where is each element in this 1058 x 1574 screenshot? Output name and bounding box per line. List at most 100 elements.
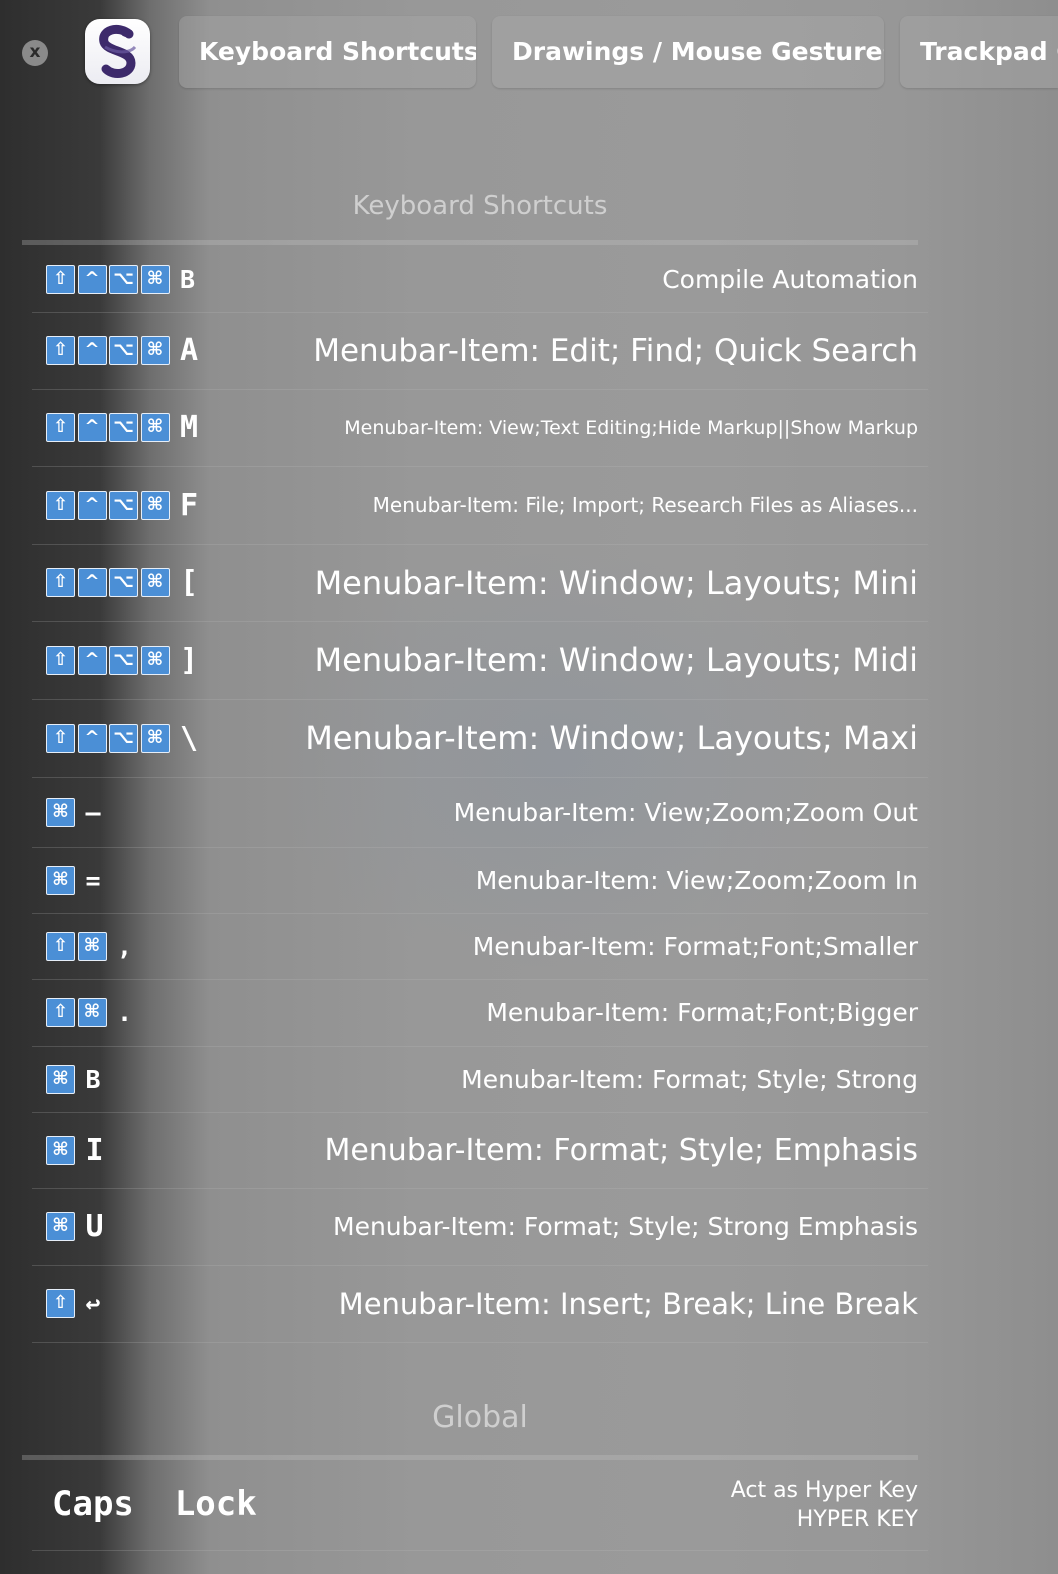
command-key-icon: ⌘ — [77, 931, 107, 961]
shift-key-icon: ⇧ — [46, 723, 75, 753]
control-key-icon: ^ — [77, 264, 107, 294]
command-key-icon: ⌘ — [77, 998, 107, 1027]
shortcut-row[interactable]: ⌘ U Menubar-Item: Format; Style; Strong Em… — [32, 1188, 928, 1266]
shortcut-action: Menubar-Item: Format;Font;Bigger — [486, 998, 918, 1027]
shift-key-icon: ⇧ — [46, 931, 75, 961]
option-key-icon: ⌥ — [109, 568, 138, 597]
command-key-icon: ⌘ — [46, 865, 75, 895]
shortcut-keys: ⇧ ⌘, — [46, 913, 132, 979]
shift-key-icon: ⇧ — [46, 998, 75, 1027]
shortcut-keys: ⇧ ^ ⌥ ⌘ A — [46, 312, 198, 389]
command-key-icon: ⌘ — [140, 413, 170, 442]
shortcut-action: Menubar-Item: Window; Layouts; Mini — [314, 563, 918, 602]
shortcut-row[interactable]: ⌘ B Menubar-Item: Format; Style; Strong — [32, 1046, 928, 1113]
shortcut-keys: ⇧ ^ ⌥ ⌘ \ — [46, 699, 198, 777]
option-key-icon: ⌥ — [109, 490, 138, 520]
shortcut-action: Menubar-Item: View;Text Editing;Hide Mar… — [344, 416, 918, 439]
shortcut-row[interactable]: ⇧ ^ ⌥ ⌘ A Menubar-Item: Edit; Find; Quick Sea… — [32, 312, 928, 390]
shortcut-row[interactable]: ⌘ = Menubar-Item: View;Zoom;Zoom In — [32, 847, 928, 914]
shortcut-row[interactable]: ⌘ – Menubar-Item: View;Zoom;Zoom Out — [32, 777, 928, 848]
shortcut-row[interactable]: ⇧ ^ ⌥ ⌘ M Menubar-Item: View;Text Editing;Hid… — [32, 389, 928, 467]
shift-key-icon: ⇧ — [46, 490, 75, 520]
tab-label: Drawings / Mouse Gestures — [512, 37, 884, 66]
section-title-keyboard-shortcuts: Keyboard Shortcuts — [352, 191, 608, 221]
shortcut-action: Menubar-Item: Window; Layouts; Midi — [314, 641, 918, 679]
shortcut-key: M — [180, 410, 199, 445]
shift-key-icon: ⇧ — [46, 568, 75, 597]
command-key-icon: ⌘ — [140, 264, 170, 294]
shortcut-row[interactable]: ⇧ ↩ Menubar-Item: Insert; Break; Line Brea… — [32, 1265, 928, 1343]
global-action-label: Act as Hyper Key — [730, 1478, 918, 1503]
shift-key-icon: ⇧ — [46, 1289, 75, 1318]
shortcut-action: Menubar-Item: Format; Style; Strong — [461, 1064, 918, 1094]
control-key-icon: ^ — [77, 645, 107, 675]
option-key-icon: ⌥ — [109, 336, 138, 365]
shortcut-key: ] — [180, 642, 199, 678]
option-key-icon: ⌥ — [109, 723, 138, 753]
shift-key-icon: ⇧ — [46, 413, 75, 442]
global-shortcut-row[interactable]: Caps Lock Act as Hyper Key HYPER KEY — [32, 1462, 928, 1551]
tab-keyboard-shortcuts[interactable]: Keyboard Shortcuts — [179, 16, 476, 88]
shortcut-action: Menubar-Item: Format;Font;Smaller — [472, 931, 918, 961]
shortcut-key: – — [85, 797, 101, 827]
shortcut-row[interactable]: ⇧ ^ ⌥ ⌘ \ Menubar-Item: Window; Layouts; Maxi — [32, 699, 928, 778]
shortcut-action: Menubar-Item: Format; Style; Strong Emph… — [333, 1212, 918, 1241]
command-key-icon: ⌘ — [46, 1064, 75, 1094]
shift-key-icon: ⇧ — [46, 336, 75, 365]
close-icon[interactable]: x — [22, 40, 48, 66]
shortcut-keys: ⌘ – — [46, 777, 101, 847]
shift-key-icon: ⇧ — [46, 645, 75, 675]
shortcut-action: Menubar-Item: Edit; Find; Quick Search — [313, 332, 918, 369]
top-bar: x Keyboard Shortcuts Drawings / Mouse Ge… — [0, 0, 1058, 104]
shortcut-action: Menubar-Item: Window; Layouts; Maxi — [305, 719, 918, 757]
shortcut-keys: ⌘ I — [46, 1112, 104, 1188]
shortcut-action: Menubar-Item: Format; Style; Emphasis — [324, 1132, 918, 1168]
shortcut-action: Menubar-Item: File; Import; Research Fil… — [372, 493, 918, 517]
shortcut-keys: ⌘ = — [46, 847, 101, 913]
shortcut-action: Menubar-Item: View;Zoom;Zoom Out — [453, 797, 918, 827]
shortcut-keys: ⇧ ↩ — [46, 1265, 101, 1342]
shortcut-key: ↩ — [85, 1289, 101, 1318]
command-key-icon: ⌘ — [140, 568, 170, 597]
control-key-icon: ^ — [77, 336, 107, 365]
command-key-icon: ⌘ — [140, 645, 170, 675]
shortcut-keys: ⇧ ^ ⌥ ⌘ B — [46, 246, 195, 312]
shortcut-row[interactable]: ⇧ ^ ⌥ ⌘ [Menubar-Item: Window; Layouts; Mini — [32, 544, 928, 622]
shortcut-keys: ⌘ U — [46, 1188, 104, 1265]
shift-key-icon: ⇧ — [46, 264, 75, 294]
option-key-icon: ⌥ — [109, 413, 138, 442]
shortcut-key: . — [117, 998, 133, 1027]
tab-drawings-mouse-gestures[interactable]: Drawings / Mouse Gestures — [492, 16, 884, 88]
tab-trackpad[interactable]: Trackpad G — [900, 16, 1058, 88]
shortcut-keys: ⇧ ^ ⌥ ⌘ [ — [46, 544, 198, 621]
shortcut-key: B — [85, 1064, 101, 1094]
shortcut-keys: ⌘ B — [46, 1046, 101, 1112]
option-key-icon: ⌥ — [109, 264, 138, 294]
shortcut-row[interactable]: ⇧ ⌘. Menubar-Item: Format;Font;Bigger — [32, 979, 928, 1047]
shortcut-key: = — [85, 865, 101, 895]
command-key-icon: ⌘ — [140, 336, 170, 365]
shortcut-row[interactable]: ⇧ ^ ⌥ ⌘ F Menubar-Item: File; Import; Researc… — [32, 466, 928, 545]
command-key-icon: ⌘ — [46, 797, 75, 827]
tab-label: Keyboard Shortcuts — [199, 37, 476, 66]
shortcut-key: [ — [180, 565, 199, 600]
shortcut-key: A — [180, 333, 199, 368]
shortcut-row[interactable]: ⌘ I Menubar-Item: Format; Style; Emphasis — [32, 1112, 928, 1189]
shortcut-keys: ⇧ ⌘. — [46, 979, 132, 1046]
option-key-icon: ⌥ — [109, 645, 138, 675]
shortcut-key: B — [180, 264, 196, 294]
shortcut-action: Compile Automation — [662, 264, 918, 294]
shortcut-key: \ — [180, 720, 199, 756]
global-action-detail: HYPER KEY — [796, 1507, 918, 1532]
command-key-icon: ⌘ — [140, 723, 170, 753]
shortcut-key: I — [85, 1132, 104, 1168]
shortcut-row[interactable]: ⇧ ^ ⌥ ⌘] Menubar-Item: Window; Layouts; Midi — [32, 621, 928, 700]
control-key-icon: ^ — [77, 413, 107, 442]
shortcut-keys: ⇧ ^ ⌥ ⌘ M — [46, 389, 198, 466]
command-key-icon: ⌘ — [140, 490, 170, 520]
caps-lock-key: Caps Lock — [52, 1484, 257, 1524]
shortcut-row[interactable]: ⇧ ⌘, Menubar-Item: Format;Font;Smaller — [32, 913, 928, 980]
shortcut-row[interactable]: ⇧ ^ ⌥ ⌘ B Compile Automation — [32, 246, 928, 313]
section-title-global: Global — [432, 1400, 528, 1435]
shortcut-keys: ⇧ ^ ⌥ ⌘ F — [46, 466, 198, 544]
